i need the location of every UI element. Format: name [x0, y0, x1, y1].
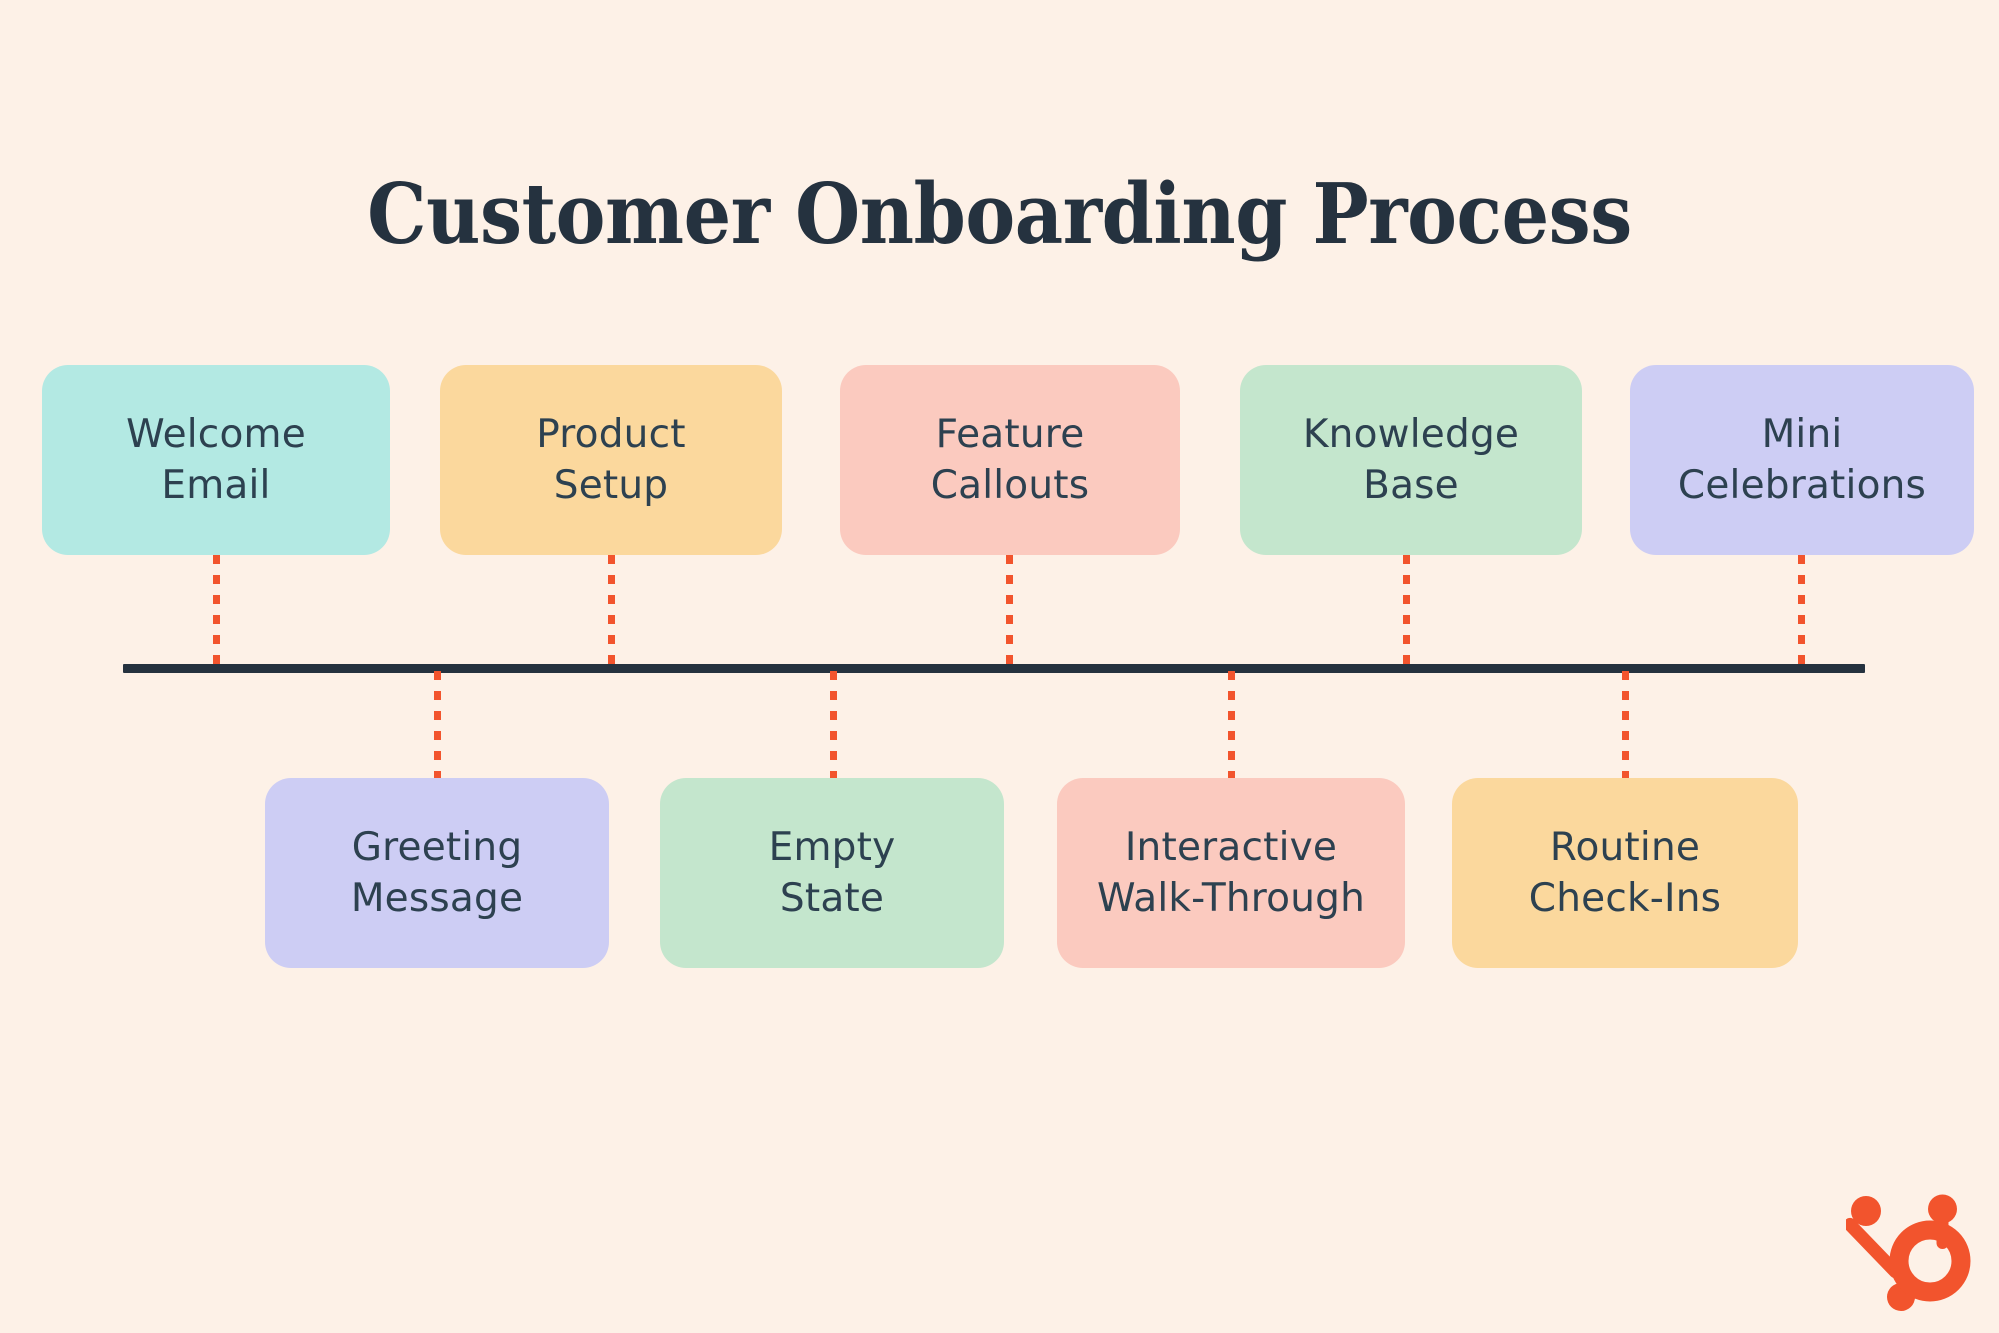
node-label-line1: Knowledge — [1302, 411, 1520, 457]
node-feature-callouts[interactable]: Feature Callouts — [840, 365, 1180, 555]
node-label-line2: Check-Ins — [1528, 876, 1722, 921]
node-routine-check-ins[interactable]: Routine Check-Ins — [1452, 778, 1798, 968]
node-label-line1: Welcome — [126, 411, 306, 457]
node-interactive-walk-through[interactable]: Interactive Walk-Through — [1057, 778, 1405, 968]
page-title: Customer Onboarding Process — [367, 164, 1632, 263]
connector-product-setup — [608, 555, 615, 667]
node-label-line2: Walk-Through — [1096, 876, 1366, 921]
node-knowledge-base[interactable]: Knowledge Base — [1240, 365, 1582, 555]
connector-interactive-walk-through — [1228, 671, 1235, 779]
node-label-line1: Empty — [768, 824, 896, 870]
node-label-line2: State — [779, 876, 885, 921]
node-label-line1: Mini — [1761, 411, 1843, 457]
timeline-spine — [123, 664, 1865, 673]
node-empty-state[interactable]: Empty State — [660, 778, 1004, 968]
node-mini-celebrations[interactable]: Mini Celebrations — [1630, 365, 1974, 555]
node-greeting-message[interactable]: Greeting Message — [265, 778, 609, 968]
node-label-line2: Callouts — [930, 463, 1090, 508]
node-product-setup[interactable]: Product Setup — [440, 365, 782, 555]
hubspot-sprocket-logo — [1843, 1185, 1972, 1311]
node-label-line1: Greeting — [351, 824, 523, 870]
connector-empty-state — [830, 671, 837, 779]
node-welcome-email[interactable]: Welcome Email — [42, 365, 390, 555]
node-label-line2: Message — [350, 876, 524, 921]
node-label-line1: Product — [536, 411, 686, 457]
connector-routine-check-ins — [1622, 671, 1629, 779]
diagram-canvas: Customer Onboarding Process Welcome Email… — [0, 0, 1999, 1333]
node-label-line2: Setup — [553, 463, 669, 508]
node-label-line1: Feature — [935, 411, 1085, 457]
node-label-line2: Email — [161, 463, 271, 508]
connector-mini-celebrations — [1798, 555, 1805, 667]
node-label-line2: Base — [1363, 463, 1459, 508]
node-label-line1: Routine — [1549, 824, 1701, 870]
connector-feature-callouts — [1006, 555, 1013, 667]
connector-greeting-message — [434, 671, 441, 779]
connector-welcome-email — [213, 555, 220, 667]
node-label-line2: Celebrations — [1677, 463, 1927, 508]
connector-knowledge-base — [1403, 555, 1410, 667]
node-label-line1: Interactive — [1124, 824, 1338, 870]
